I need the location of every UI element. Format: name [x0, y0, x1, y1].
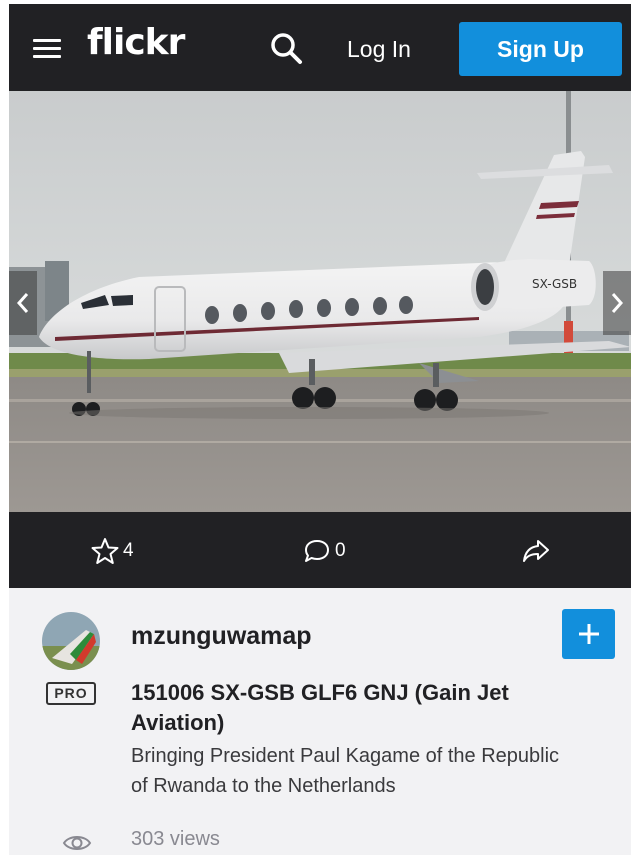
comment-bubble-icon	[305, 540, 329, 562]
search-icon[interactable]	[269, 31, 305, 67]
chevron-right-icon[interactable]	[603, 271, 631, 335]
comments-count: 0	[335, 540, 346, 561]
photo-action-bar: 4 0	[9, 512, 631, 588]
photo-description: Bringing President Paul Kagame of the Re…	[131, 745, 560, 797]
photo-title: 151006 SX-GSB GLF6 GNJ (Gain Jet Aviatio…	[131, 680, 509, 735]
signup-button[interactable]: Sign Up	[459, 22, 622, 76]
hamburger-menu-icon[interactable]	[33, 35, 61, 61]
views-count: 303 views	[131, 828, 220, 850]
owner-username[interactable]: mzunguwamap	[131, 622, 312, 651]
avatar[interactable]	[42, 612, 100, 670]
main-photo[interactable]: SX-GSB	[9, 91, 631, 512]
app-frame: flickr Log In Sign Up SX-GSB 4 0 PRO mzu…	[9, 4, 631, 855]
share-arrow-icon	[523, 540, 549, 562]
chevron-left-icon[interactable]	[9, 271, 37, 335]
svg-text:SX-GSB: SX-GSB	[532, 277, 577, 291]
favorite-button[interactable]: 4	[91, 536, 134, 566]
comment-button[interactable]: 0	[303, 536, 346, 566]
star-icon	[91, 538, 119, 564]
share-button[interactable]	[521, 536, 551, 566]
pro-badge: PRO	[46, 682, 96, 705]
login-link[interactable]: Log In	[347, 36, 411, 63]
plus-icon	[579, 624, 599, 644]
favorites-count: 4	[123, 540, 134, 561]
flickr-logo[interactable]: flickr	[87, 22, 185, 63]
aircraft-photo: SX-GSB	[9, 91, 631, 512]
follow-button[interactable]	[562, 609, 615, 659]
eye-icon	[62, 836, 92, 850]
top-navbar: flickr Log In Sign Up	[9, 4, 631, 91]
